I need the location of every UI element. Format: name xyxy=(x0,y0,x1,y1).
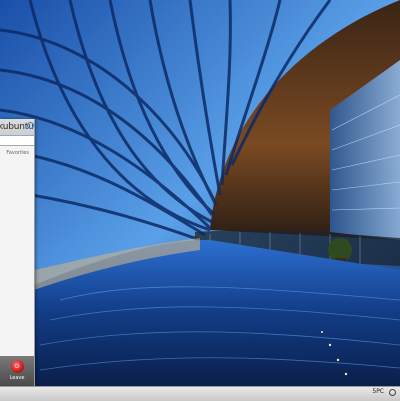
desktop-wallpaper xyxy=(0,0,400,386)
clock[interactable]: 5PC xyxy=(372,389,384,396)
search-input[interactable] xyxy=(0,135,34,145)
bottom-panel: 5PC xyxy=(0,386,400,401)
launcher-footer: ⏻ Leave xyxy=(0,356,34,386)
kickoff-launcher-menu: kubuntu Favorites ⏻ Leave xyxy=(0,119,35,386)
favorites-label: Favorites xyxy=(6,150,29,156)
power-icon: ⏻ xyxy=(10,360,24,373)
network-icon[interactable] xyxy=(389,389,396,396)
launcher-header: kubuntu xyxy=(0,119,34,146)
kubuntu-logo-icon xyxy=(27,122,34,129)
leave-label: Leave xyxy=(9,375,25,381)
system-tray: 5PC xyxy=(372,389,396,396)
leave-button[interactable]: ⏻ Leave xyxy=(0,356,34,386)
